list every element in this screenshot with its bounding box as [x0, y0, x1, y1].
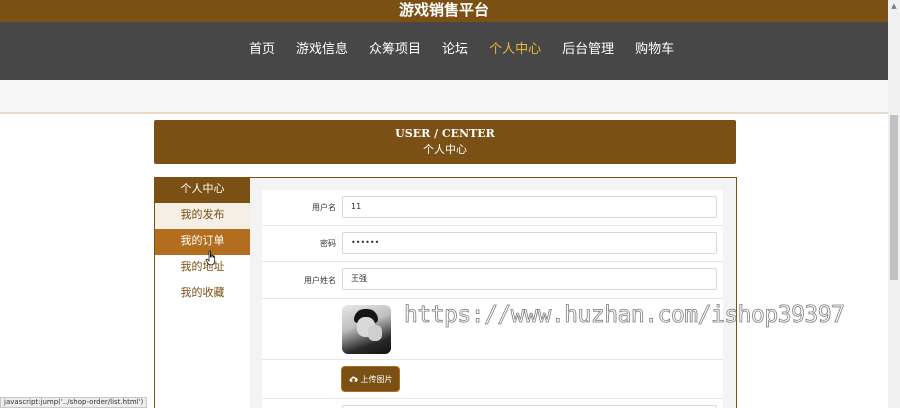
page-header-cn: 个人中心	[423, 143, 467, 156]
status-bar-url: javascript:jump('../shop-order/list.html…	[0, 397, 148, 408]
avatar-image	[342, 305, 391, 354]
form-row-username: 用户名 11	[262, 190, 723, 226]
page-scrollbar[interactable]: ▲	[888, 0, 900, 408]
sidebar: 个人中心 我的发布 我的订单 我的地址 我的收藏	[154, 177, 250, 408]
password-label: 密码	[320, 239, 336, 248]
sidebar-item-my-orders[interactable]: 我的订单	[155, 229, 250, 255]
realname-label: 用户姓名	[304, 276, 336, 285]
nav-items: 首页 游戏信息 众筹项目 论坛 个人中心 后台管理 购物车	[249, 42, 695, 58]
profile-panel: 用户名 11 密码 •••••• 用户姓名 王强 上传图片	[250, 177, 737, 408]
username-label: 用户名	[312, 203, 336, 212]
nav-item-user-center[interactable]: 个人中心	[489, 42, 541, 58]
realname-field[interactable]: 王强	[342, 268, 717, 290]
form-row-next	[262, 399, 723, 408]
nav-item-forum[interactable]: 论坛	[442, 42, 468, 58]
upload-image-button[interactable]: 上传图片	[342, 367, 399, 391]
profile-form: 用户名 11 密码 •••••• 用户姓名 王强 上传图片	[262, 190, 723, 408]
scroll-thumb[interactable]	[890, 115, 898, 280]
sidebar-item-my-favorites[interactable]: 我的收藏	[155, 281, 250, 307]
nav-item-home[interactable]: 首页	[249, 42, 275, 58]
watermark-text: https://www.huzhan.com/ishop39397	[404, 302, 846, 329]
sub-bar	[0, 80, 888, 114]
cloud-upload-icon	[349, 375, 358, 382]
page-header-en: USER / CENTER	[395, 127, 495, 140]
upload-image-label: 上传图片	[360, 374, 393, 384]
main-nav: 首页 游戏信息 众筹项目 论坛 个人中心 后台管理 购物车	[0, 22, 888, 80]
sidebar-item-my-address[interactable]: 我的地址	[155, 255, 250, 281]
page-header: USER / CENTER 个人中心	[154, 120, 736, 164]
sidebar-item-my-posts[interactable]: 我的发布	[155, 203, 250, 229]
form-row-upload: 上传图片	[262, 360, 723, 399]
form-row-password: 密码 ••••••	[262, 226, 723, 262]
nav-item-game-info[interactable]: 游戏信息	[296, 42, 348, 58]
avatar-hand	[368, 325, 382, 341]
nav-item-cart[interactable]: 购物车	[635, 42, 674, 58]
hand-cursor-icon	[205, 250, 216, 266]
form-row-realname: 用户姓名 王强	[262, 262, 723, 299]
password-field[interactable]: ••••••	[342, 232, 717, 254]
sidebar-title: 个人中心	[155, 177, 250, 203]
nav-item-crowdfunding[interactable]: 众筹项目	[369, 42, 421, 58]
username-field[interactable]: 11	[342, 196, 717, 218]
scroll-up-icon[interactable]: ▲	[890, 2, 898, 10]
nav-item-admin[interactable]: 后台管理	[562, 42, 614, 58]
site-title: 游戏销售平台	[0, 0, 888, 22]
